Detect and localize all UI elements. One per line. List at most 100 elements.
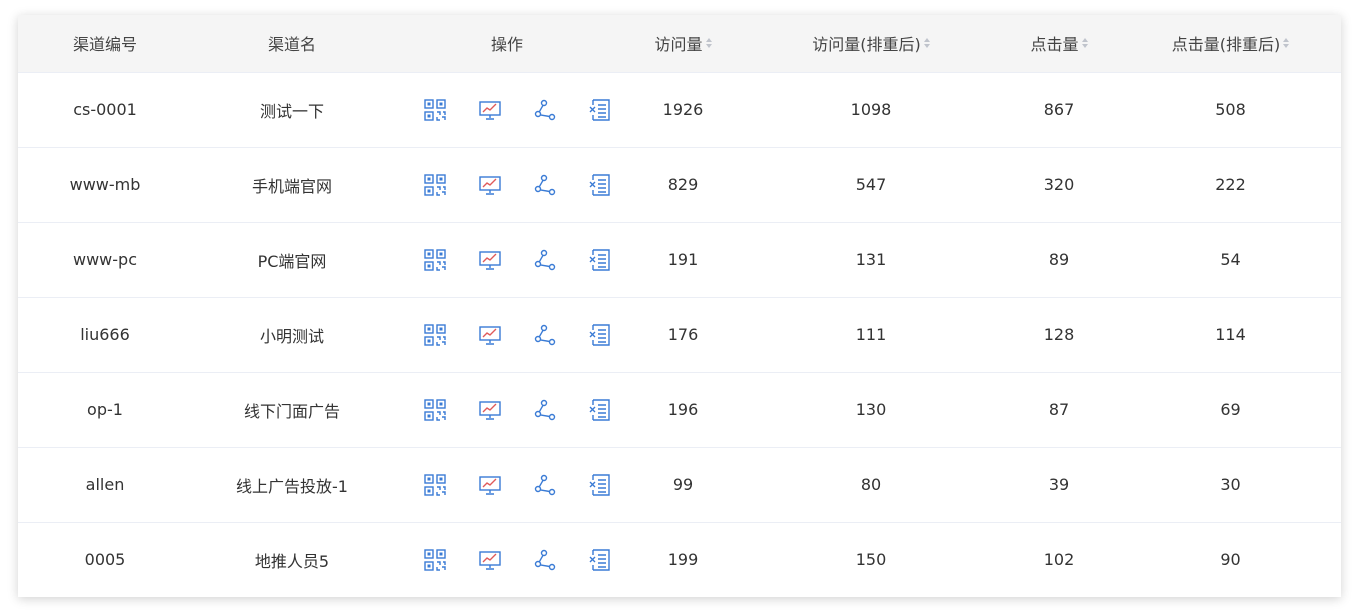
col-header-clicks-label: 点击量: [1030, 35, 1079, 55]
cell-actions: [392, 372, 622, 448]
cell-clicks-dedup: 90: [1220, 550, 1241, 570]
cell-channel-id: www-mb: [18, 147, 192, 223]
qrcode-icon[interactable]: [423, 398, 447, 422]
cell-channel-id: op-1: [18, 372, 192, 448]
cell-clicks-dedup: 114: [1120, 297, 1341, 373]
delete-list-icon[interactable]: [588, 548, 612, 572]
table-header-row: 渠道编号 渠道名 操作 访问量 访问量(排重后) 点击量 点击量(排重后): [18, 15, 1341, 73]
col-header-visits-dedup[interactable]: 访问量(排重后): [744, 15, 998, 73]
cell-visits: 176: [622, 297, 744, 373]
cell-actions: [392, 447, 622, 523]
col-header-visits[interactable]: 访问量: [622, 15, 744, 73]
qrcode-icon[interactable]: [423, 248, 447, 272]
cell-visits-dedup: 111: [744, 297, 998, 373]
share-icon[interactable]: [533, 548, 557, 572]
cell-clicks-dedup: 54: [1120, 222, 1341, 298]
qrcode-icon[interactable]: [423, 323, 447, 347]
delete-list-icon[interactable]: [588, 473, 612, 497]
cell-channel-id: allen: [18, 447, 192, 523]
cell-channel-name: 小明测试: [192, 297, 392, 373]
cell-visits: 1926: [622, 72, 744, 148]
table-row: www-mb 手机端官网 829 547 320 222: [18, 147, 1341, 223]
cell-clicks: 867: [998, 72, 1120, 148]
table-row: op-1 线下门面广告 196 130 87 69: [18, 372, 1341, 448]
cell-visits: 191: [622, 222, 744, 298]
share-icon[interactable]: [533, 473, 557, 497]
col-header-channel-name: 渠道名: [192, 15, 392, 73]
cell-actions: [392, 522, 622, 597]
sort-caret-icon[interactable]: [705, 38, 712, 49]
cell-channel-name: 线下门面广告: [192, 372, 392, 448]
cell-visits-dedup: 131: [744, 222, 998, 298]
share-icon[interactable]: [533, 173, 557, 197]
col-header-channel-id: 渠道编号: [18, 15, 192, 73]
share-icon[interactable]: [533, 398, 557, 422]
cell-clicks: 320: [998, 147, 1120, 223]
cell-visits: 199: [667, 550, 699, 570]
table-body: cs-0001 测试一下 1926 1098 867 508 www-mb 手机…: [18, 72, 1341, 597]
cell-channel-name: 测试一下: [192, 72, 392, 148]
delete-list-icon[interactable]: [588, 323, 612, 347]
cell-visits: 99: [622, 447, 744, 523]
cell-channel-id: 0005: [84, 550, 126, 570]
sort-caret-icon[interactable]: [1081, 38, 1088, 49]
cell-actions: [392, 147, 622, 223]
cell-clicks-dedup: 508: [1120, 72, 1341, 148]
cell-visits-dedup: 80: [744, 447, 998, 523]
cell-visits-dedup: 130: [744, 372, 998, 448]
cell-clicks: 39: [998, 447, 1120, 523]
cell-channel-id: cs-0001: [18, 72, 192, 148]
delete-list-icon[interactable]: [588, 398, 612, 422]
cell-clicks: 87: [998, 372, 1120, 448]
cell-clicks: 89: [998, 222, 1120, 298]
channel-stats-table: 渠道编号 渠道名 操作 访问量 访问量(排重后) 点击量 点击量(排重后) cs…: [18, 15, 1341, 597]
trend-chart-icon[interactable]: [478, 98, 502, 122]
qrcode-icon[interactable]: [423, 173, 447, 197]
qrcode-icon[interactable]: [423, 548, 447, 572]
sort-caret-icon[interactable]: [1283, 38, 1290, 49]
col-header-clicks[interactable]: 点击量: [998, 15, 1120, 73]
cell-visits-dedup: 547: [744, 147, 998, 223]
cell-visits-dedup: 1098: [744, 72, 998, 148]
table-row: liu666 小明测试 176 111 128 114: [18, 297, 1341, 373]
cell-clicks-dedup: 30: [1120, 447, 1341, 523]
cell-channel-name: PC端官网: [192, 222, 392, 298]
share-icon[interactable]: [533, 98, 557, 122]
delete-list-icon[interactable]: [588, 98, 612, 122]
cell-channel-name: 地推人员5: [254, 551, 330, 571]
trend-chart-icon[interactable]: [478, 323, 502, 347]
trend-chart-icon[interactable]: [478, 173, 502, 197]
col-header-visits-dedup-label: 访问量(排重后): [812, 35, 921, 55]
delete-list-icon[interactable]: [588, 248, 612, 272]
cell-visits: 829: [622, 147, 744, 223]
cell-clicks-dedup: 69: [1120, 372, 1341, 448]
cell-clicks-dedup: 222: [1120, 147, 1341, 223]
cell-clicks: 102: [1043, 550, 1075, 570]
trend-chart-icon[interactable]: [478, 248, 502, 272]
trend-chart-icon[interactable]: [478, 398, 502, 422]
trend-chart-icon[interactable]: [478, 473, 502, 497]
cell-channel-id: www-pc: [18, 222, 192, 298]
col-header-actions: 操作: [392, 15, 622, 73]
delete-list-icon[interactable]: [588, 173, 612, 197]
share-icon[interactable]: [533, 323, 557, 347]
col-header-clicks-dedup[interactable]: 点击量(排重后): [1120, 15, 1341, 73]
table-row: www-pc PC端官网 191 131 89 54: [18, 222, 1341, 298]
cell-actions: [392, 72, 622, 148]
table-row: cs-0001 测试一下 1926 1098 867 508: [18, 72, 1341, 148]
cell-visits-dedup: 150: [855, 550, 887, 570]
trend-chart-icon[interactable]: [478, 548, 502, 572]
qrcode-icon[interactable]: [423, 473, 447, 497]
share-icon[interactable]: [533, 248, 557, 272]
cell-visits: 196: [622, 372, 744, 448]
cell-channel-id: liu666: [18, 297, 192, 373]
col-header-visits-label: 访问量: [654, 35, 703, 55]
sort-caret-icon[interactable]: [923, 38, 930, 49]
table-row: 0005 地推人员5 199 150 102 90: [18, 522, 1341, 597]
channel-table-panel: 渠道编号 渠道名 操作 访问量 访问量(排重后) 点击量 点击量(排重后) cs…: [18, 15, 1341, 597]
col-header-clicks-dedup-label: 点击量(排重后): [1171, 35, 1281, 55]
cell-actions: [392, 297, 622, 373]
cell-actions: [392, 222, 622, 298]
qrcode-icon[interactable]: [423, 98, 447, 122]
table-row: allen 线上广告投放-1 99 80 39 30: [18, 447, 1341, 523]
